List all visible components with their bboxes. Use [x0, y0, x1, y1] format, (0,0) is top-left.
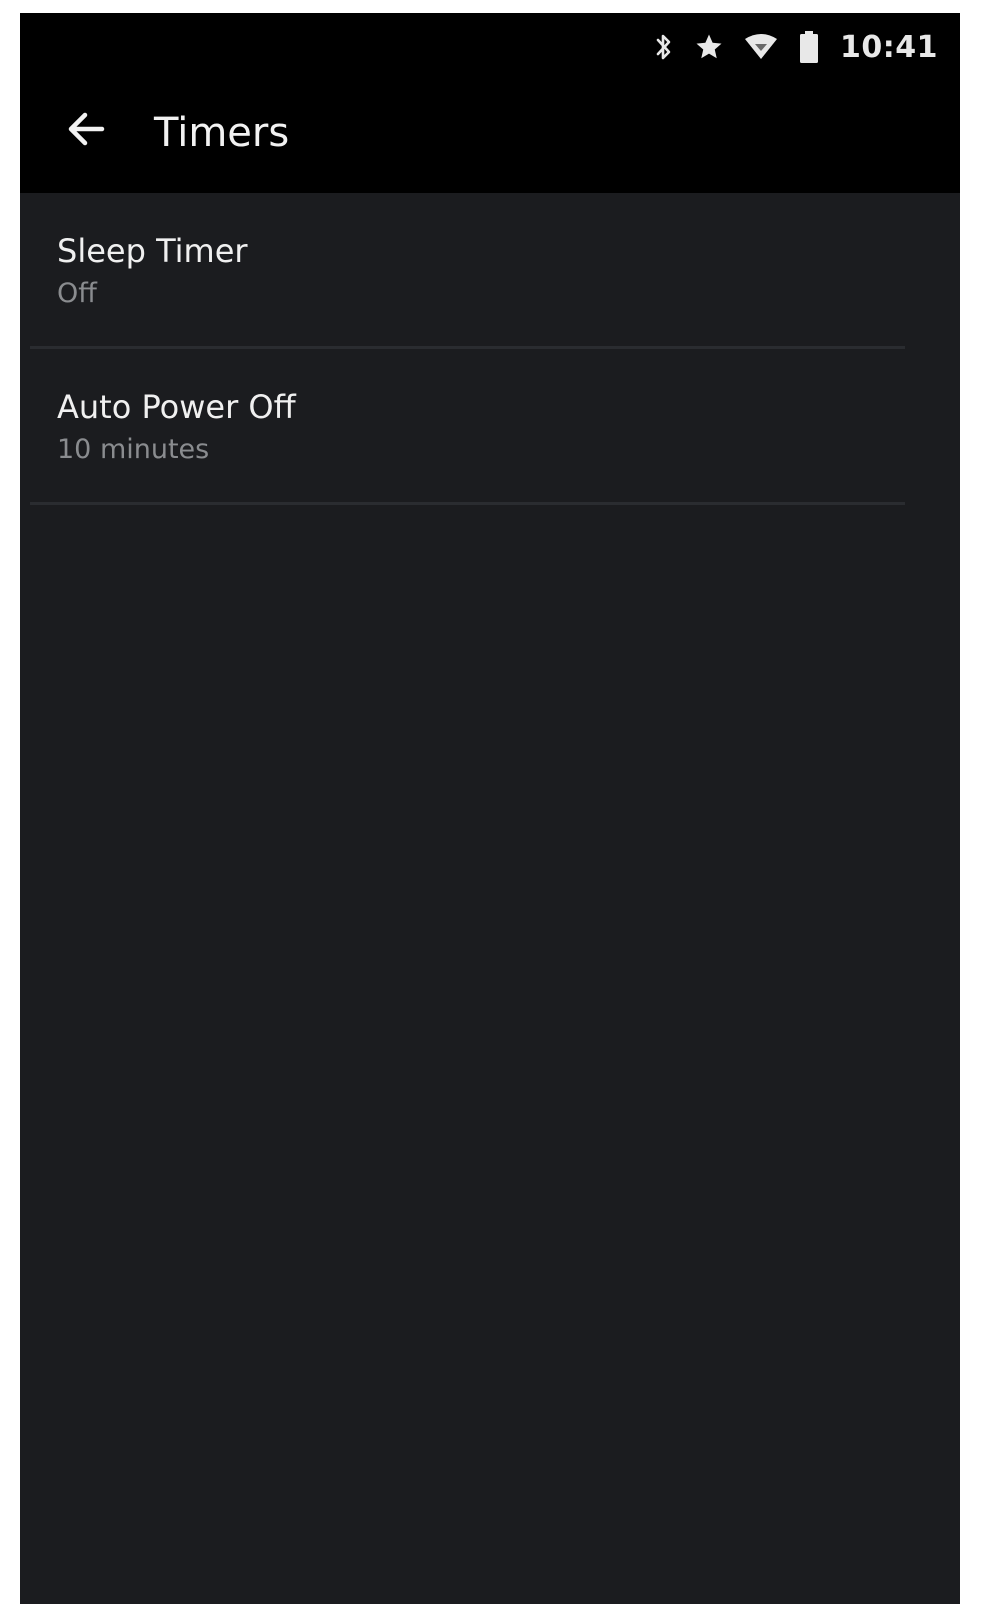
- sleep-timer-item[interactable]: Sleep Timer Off: [20, 193, 960, 349]
- star-icon: [694, 32, 724, 62]
- bluetooth-icon: [654, 32, 674, 62]
- sleep-timer-value: Off: [57, 278, 97, 309]
- status-bar: 10:41: [654, 25, 938, 69]
- auto-power-off-item[interactable]: Auto Power Off 10 minutes: [20, 349, 960, 505]
- arrow-left-icon: [66, 111, 106, 151]
- phone-screen: 10:41 Timers Sleep Timer Off Auto Power …: [20, 13, 960, 1604]
- list-divider: [30, 502, 905, 505]
- app-header: 10:41 Timers: [20, 13, 960, 193]
- battery-icon: [798, 30, 820, 64]
- settings-list: Sleep Timer Off Auto Power Off 10 minute…: [20, 193, 960, 505]
- back-button[interactable]: [58, 103, 114, 159]
- wifi-icon: [744, 32, 778, 62]
- auto-power-off-label: Auto Power Off: [57, 388, 296, 426]
- page-title: Timers: [154, 110, 290, 156]
- status-time: 10:41: [840, 29, 938, 65]
- auto-power-off-value: 10 minutes: [57, 434, 210, 465]
- sleep-timer-label: Sleep Timer: [57, 232, 248, 270]
